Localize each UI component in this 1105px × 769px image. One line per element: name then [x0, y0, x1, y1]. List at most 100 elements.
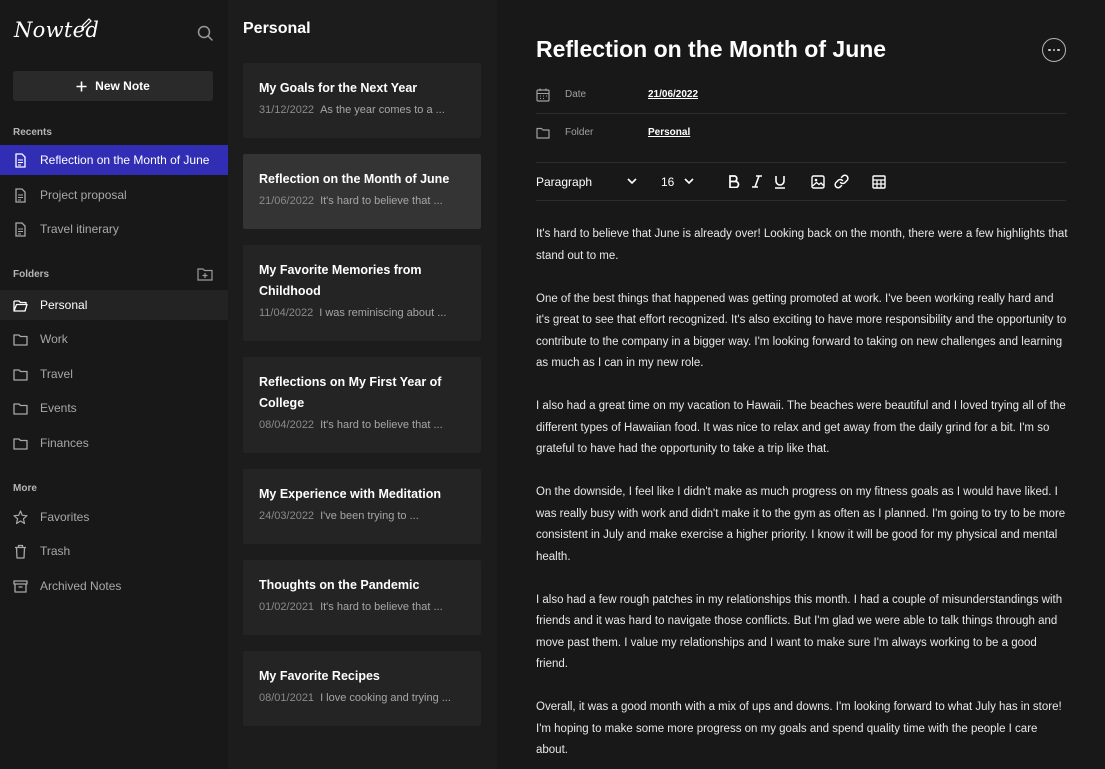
folders-title: Folders [13, 269, 50, 280]
note-card-selected[interactable]: Reflection on the Month of June 21/06/20… [243, 154, 481, 229]
body-paragraph: I also had a few rough patches in my rel… [536, 593, 1063, 671]
more-item-archived[interactable]: Archived Notes [0, 571, 228, 601]
star-icon [13, 509, 28, 524]
recent-item-label: Travel itinerary [40, 222, 119, 236]
document-icon [15, 152, 26, 168]
folder-icon [536, 127, 550, 139]
folder-item-travel[interactable]: Travel [0, 359, 228, 389]
date-label: Date [565, 89, 587, 100]
note-meta: 08/01/2021 I love cooking and trying ... [259, 692, 465, 704]
font-size-value: 16 [661, 174, 675, 189]
plus-icon [76, 81, 87, 91]
folder-item-finances[interactable]: Finances [0, 428, 228, 458]
add-folder-icon[interactable] [197, 267, 213, 281]
folder-row: Folder Personal [536, 114, 1066, 151]
underline-icon[interactable] [774, 175, 786, 189]
editor-panel: Reflection on the Month of June Date 21/… [497, 0, 1105, 769]
note-card[interactable]: My Favorite Recipes 08/01/2021 I love coo… [243, 651, 481, 726]
document-icon [15, 221, 26, 237]
calendar-icon [536, 88, 550, 102]
recent-item-travel-itinerary[interactable]: Travel itinerary [0, 214, 228, 244]
note-meta: 24/03/2022 I've been trying to ... [259, 510, 465, 522]
note-title: Reflections on My First Year of College [259, 375, 442, 410]
folder-item-personal[interactable]: Personal [0, 290, 228, 320]
note-card[interactable]: Reflections on My First Year of College … [243, 357, 481, 453]
divider [536, 200, 1066, 201]
folder-value[interactable]: Personal [648, 127, 690, 138]
note-date: 08/04/2022 [259, 419, 315, 431]
note-title: Thoughts on the Pandemic [259, 578, 420, 592]
note-meta: 21/06/2022 It's hard to believe that ... [259, 195, 465, 207]
note-meta: 31/12/2022 As the year comes to a ... [259, 104, 465, 116]
note-preview: I love cooking and trying ... [320, 692, 451, 704]
body-paragraph: I also had a great time on my vacation t… [536, 400, 1066, 455]
note-title: My Experience with Meditation [259, 487, 441, 501]
sidebar: Nowted New Note Recents Reflection on th… [0, 0, 228, 769]
block-style-select[interactable]: Paragraph [536, 175, 637, 189]
note-meta: 01/02/2021 It's hard to believe that ... [259, 601, 465, 613]
recent-item-label: Reflection on the Month of June [40, 153, 210, 167]
recent-item-reflection-june[interactable]: Reflection on the Month of June [0, 145, 228, 175]
folder-item-events[interactable]: Events [0, 393, 228, 423]
folder-item-label: Events [40, 401, 77, 415]
format-toolbar: Paragraph 16 [536, 163, 1066, 200]
note-preview: As the year comes to a ... [320, 104, 445, 116]
recent-item-project-proposal[interactable]: Project proposal [0, 180, 228, 210]
search-icon[interactable] [196, 24, 214, 42]
folder-icon [13, 368, 28, 381]
note-card[interactable]: My Goals for the Next Year 31/12/2022 As … [243, 63, 481, 138]
note-title: My Favorite Memories from Childhood [259, 263, 422, 298]
chevron-down-icon [684, 178, 694, 185]
folder-open-icon [13, 299, 28, 312]
notes-list-panel: Personal My Goals for the Next Year 31/1… [228, 0, 497, 769]
more-title: More [13, 483, 37, 494]
note-card[interactable]: My Favorite Memories from Childhood 11/0… [243, 245, 481, 341]
note-card[interactable]: Thoughts on the Pandemic 01/02/2021 It's … [243, 560, 481, 635]
folder-icon [13, 437, 28, 450]
document-icon [15, 187, 26, 203]
image-icon[interactable] [811, 174, 826, 189]
date-value[interactable]: 21/06/2022 [648, 89, 698, 100]
more-options-button[interactable] [1042, 38, 1066, 62]
note-date: 31/12/2022 [259, 104, 315, 116]
italic-icon[interactable] [751, 175, 763, 188]
note-preview: It's hard to believe that ... [320, 601, 443, 613]
note-heading[interactable]: Reflection on the Month of June [536, 36, 886, 63]
date-row: Date 21/06/2022 [536, 76, 1066, 113]
folder-item-label: Travel [40, 367, 73, 381]
logo-row: Nowted [14, 18, 214, 48]
note-date: 21/06/2022 [259, 195, 315, 207]
note-date: 01/02/2021 [259, 601, 315, 613]
note-preview: It's hard to believe that ... [320, 195, 443, 207]
note-date: 08/01/2021 [259, 692, 315, 704]
table-icon[interactable] [872, 174, 887, 189]
font-size-select[interactable]: 16 [661, 175, 694, 189]
folder-title: Personal [243, 20, 311, 37]
more-item-trash[interactable]: Trash [0, 536, 228, 566]
new-note-label: New Note [95, 79, 150, 93]
note-preview: It's hard to believe that ... [320, 419, 443, 431]
block-style-value: Paragraph [536, 174, 593, 189]
body-paragraph: One of the best things that happened was… [536, 292, 1067, 370]
more-item-label: Favorites [40, 510, 90, 524]
note-title: My Goals for the Next Year [259, 81, 418, 95]
link-icon[interactable] [834, 174, 849, 189]
note-title: My Favorite Recipes [259, 669, 380, 683]
folder-label: Folder [565, 127, 594, 138]
folder-icon [13, 333, 28, 346]
folder-item-label: Personal [40, 298, 88, 312]
more-item-favorites[interactable]: Favorites [0, 502, 228, 532]
folder-item-label: Finances [40, 436, 89, 450]
note-date: 24/03/2022 [259, 510, 315, 522]
new-note-button[interactable]: New Note [13, 71, 213, 101]
archive-icon [13, 579, 28, 593]
bold-icon[interactable] [728, 175, 740, 188]
folder-icon [13, 402, 28, 415]
more-item-label: Trash [40, 544, 71, 558]
folder-item-label: Work [40, 332, 68, 346]
folder-item-work[interactable]: Work [0, 324, 228, 354]
note-body[interactable]: It's hard to believe that June is alread… [536, 224, 1069, 769]
note-card[interactable]: My Experience with Meditation 24/03/2022… [243, 469, 481, 544]
note-meta: 11/04/2022 I was reminiscing about ... [259, 307, 465, 319]
dot-icon [1052, 48, 1056, 52]
